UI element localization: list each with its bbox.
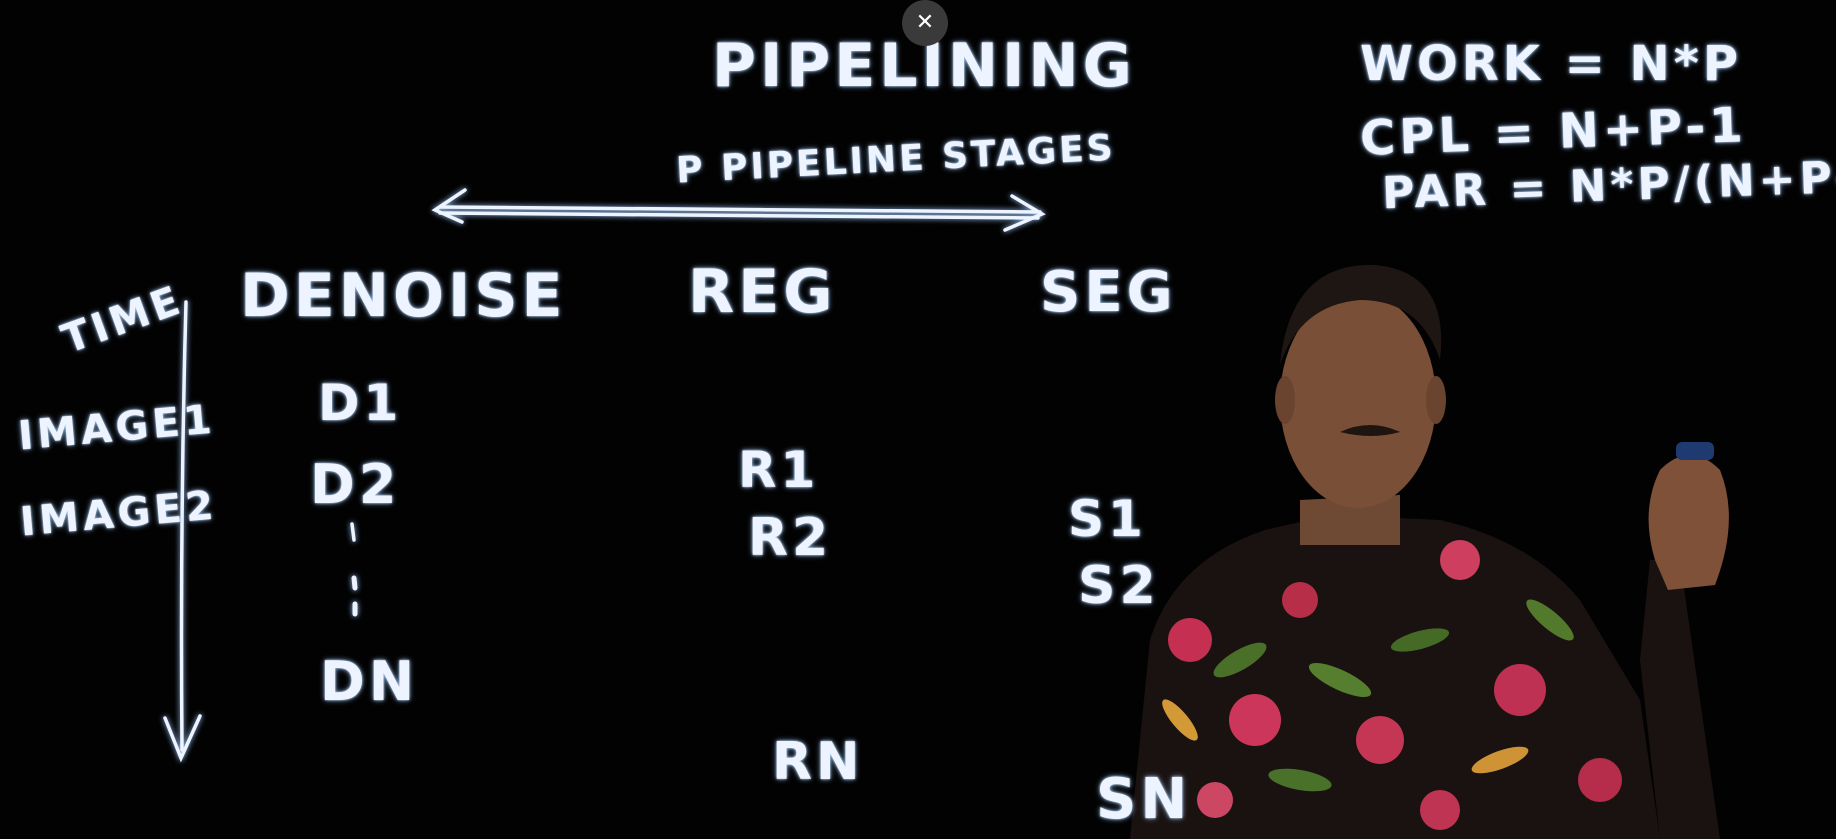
close-icon[interactable]: ✕ (916, 12, 934, 34)
seg-item: SN (1096, 767, 1192, 832)
formula-work: WORK = N*P (1360, 36, 1742, 92)
reg-item: R2 (748, 508, 833, 568)
video-frame: PIPELINING P PIPELINE STAGES WORK = N*P … (0, 0, 1836, 839)
denoise-item: D2 (310, 453, 401, 516)
reg-item: R1 (738, 441, 820, 499)
close-button[interactable]: ✕ (902, 0, 948, 46)
column-reg: REG (688, 257, 837, 327)
pipeline-arrow-line (438, 205, 1042, 214)
reg-item: RN (772, 732, 864, 792)
column-denoise: DENOISE (240, 261, 567, 331)
denoise-item: DN (320, 650, 419, 713)
denoise-item: D1 (318, 374, 403, 432)
formula-cpl: CPL = N+P-1 (1359, 97, 1748, 167)
seg-item: S2 (1078, 556, 1160, 616)
seg-item: S1 (1068, 490, 1147, 548)
column-seg: SEG (1040, 260, 1177, 325)
